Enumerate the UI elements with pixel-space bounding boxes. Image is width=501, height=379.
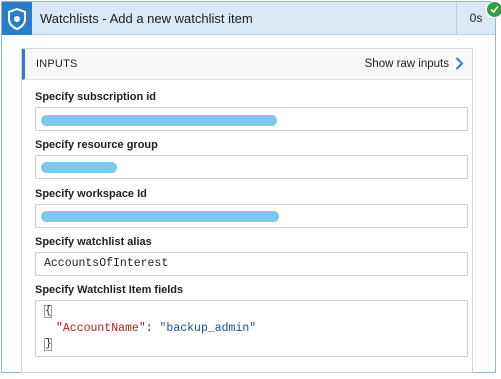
inputs-section: INPUTS Show raw inputs Specify subscript… bbox=[21, 48, 473, 373]
resource-group-field[interactable] bbox=[35, 155, 468, 179]
sentinel-shield-icon bbox=[2, 2, 32, 35]
workspace-id-field[interactable] bbox=[35, 204, 468, 228]
json-separator: : bbox=[145, 322, 160, 335]
json-key: "AccountName" bbox=[56, 322, 146, 335]
item-fields-json[interactable]: { "AccountName": "backup_admin" } bbox=[35, 300, 468, 357]
chevron-right-icon bbox=[455, 57, 464, 70]
item-fields-label: Specify Watchlist Item fields bbox=[35, 284, 184, 296]
watchlist-alias-value: AccountsOfInterest bbox=[44, 257, 169, 270]
watchlist-alias-field[interactable]: AccountsOfInterest bbox=[35, 252, 468, 276]
redacted-value bbox=[41, 211, 279, 222]
step-title: Watchlists - Add a new watchlist item bbox=[40, 11, 253, 26]
inputs-header: INPUTS Show raw inputs bbox=[22, 49, 472, 80]
json-line: "AccountName": "backup_admin" bbox=[56, 322, 256, 335]
open-brace: { bbox=[44, 305, 52, 318]
watchlist-alias-label: Specify watchlist alias bbox=[35, 236, 152, 248]
workspace-id-label: Specify workspace Id bbox=[35, 188, 147, 200]
redacted-value bbox=[41, 162, 117, 173]
inputs-title: INPUTS bbox=[36, 58, 78, 70]
subscription-id-field[interactable] bbox=[35, 107, 468, 131]
run-step-card: Watchlists - Add a new watchlist item 0s… bbox=[1, 1, 501, 373]
redacted-value bbox=[41, 115, 277, 126]
resource-group-label: Specify resource group bbox=[35, 139, 158, 151]
check-icon bbox=[486, 1, 501, 18]
subscription-id-label: Specify subscription id bbox=[35, 91, 157, 103]
step-header[interactable]: Watchlists - Add a new watchlist item 0s bbox=[2, 2, 495, 35]
close-brace: } bbox=[44, 338, 52, 351]
json-value: "backup_admin" bbox=[159, 322, 257, 335]
show-raw-inputs-link[interactable]: Show raw inputs bbox=[365, 57, 464, 70]
show-raw-inputs-label: Show raw inputs bbox=[364, 57, 449, 70]
